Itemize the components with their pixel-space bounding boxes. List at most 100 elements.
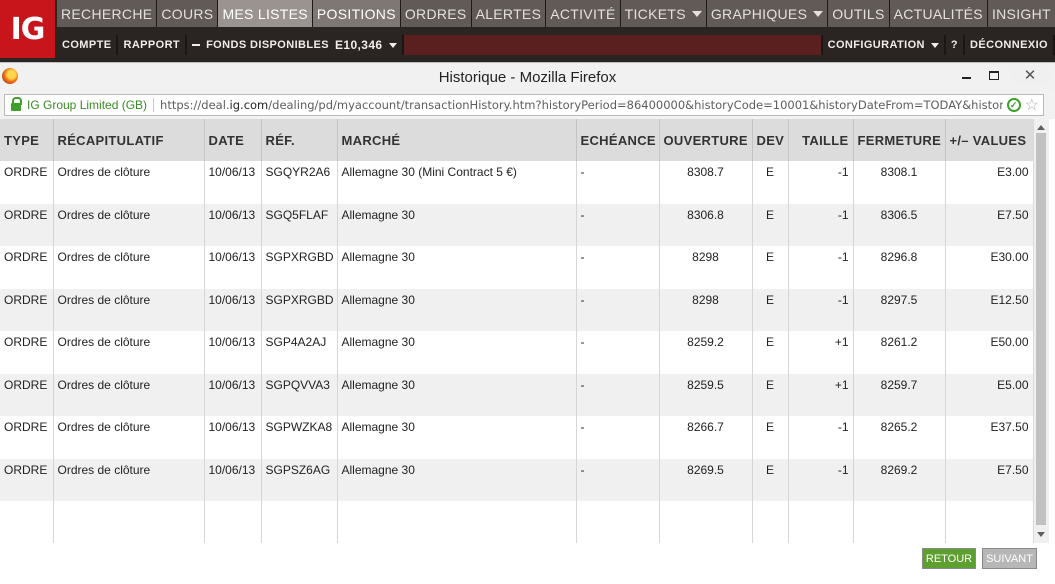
cell-type: ORDRE	[0, 331, 54, 374]
cell-dev: E	[752, 331, 789, 374]
nav-positions[interactable]: POSITIONS	[312, 0, 401, 27]
cell-ouverture: 8259.5	[659, 373, 753, 416]
cell-dev: E	[752, 288, 789, 331]
cell-fermeture: 8297.5	[853, 288, 946, 331]
cell-date: 10/06/13	[204, 246, 262, 289]
close-button[interactable]: ✕	[1010, 65, 1050, 85]
cell-values: E50.00	[945, 331, 1034, 374]
history-content: TYPE RÉCAPITULATIF DATE RÉF. MARCHÉ ECHÉ…	[0, 119, 1055, 543]
table-row[interactable]: ORDRE Ordres de clôture 10/06/13 SGPSZ6AG Al…	[0, 458, 1034, 501]
cell-recap: Ordres de clôture	[53, 416, 205, 459]
bookmark-star-icon[interactable]: ☆	[1025, 95, 1039, 115]
url-prefix: https://deal.	[160, 98, 230, 112]
nav-tickets[interactable]: TICKETS	[620, 0, 707, 27]
cell-values: E37.50	[945, 416, 1034, 459]
nav-insight[interactable]: INSIGHT	[987, 0, 1055, 27]
nav-outils[interactable]: OUTILS	[828, 0, 890, 27]
header-dev[interactable]: DEV	[752, 119, 789, 161]
cell-date: 10/06/13	[204, 331, 262, 374]
header-values[interactable]: +/– VALUES	[945, 119, 1034, 161]
cell-date: 10/06/13	[204, 288, 262, 331]
funds-dropdown[interactable]: FONDS DISPONIBLES E10,346	[187, 35, 404, 55]
suivant-button[interactable]: SUIVANT	[982, 548, 1037, 569]
table-row[interactable]: ORDRE Ordres de clôture 10/06/13 SGPXRGBD Al…	[0, 288, 1034, 331]
cell-fermeture: 8308.1	[853, 161, 946, 204]
cell-fermeture: 8269.2	[853, 458, 946, 501]
cell-taille: +1	[788, 373, 854, 416]
scroll-thumb[interactable]	[1036, 133, 1046, 525]
cell-marche: Allemagne 30	[337, 458, 577, 501]
cell-fermeture: 8261.2	[853, 331, 946, 374]
header-echeance[interactable]: ECHÉANCE	[576, 119, 660, 161]
logout-link[interactable]: DÉCONNEXIO	[965, 35, 1055, 55]
lock-icon[interactable]	[11, 97, 22, 111]
nav-ordres[interactable]: ORDRES	[400, 0, 472, 27]
sub-nav-spacer	[403, 35, 823, 55]
nav-label: ALERTES	[475, 5, 542, 22]
header-marche[interactable]: MARCHÉ	[337, 119, 577, 161]
header-fermeture[interactable]: FERMETURE	[853, 119, 946, 161]
go-icon[interactable]: ✓	[1006, 98, 1021, 112]
chevron-down-icon	[691, 10, 702, 17]
nav-recherche[interactable]: RECHERCHE	[57, 0, 158, 27]
cell-ref: SGPSZ6AG	[261, 458, 338, 501]
header-type[interactable]: TYPE	[0, 119, 54, 161]
retour-button[interactable]: RETOUR	[922, 548, 976, 569]
header-recap[interactable]: RÉCAPITULATIF	[53, 119, 205, 161]
ig-logo[interactable]: IG	[0, 0, 55, 58]
empty-cell	[261, 501, 338, 543]
empty-cell	[204, 501, 262, 543]
header-ouverture[interactable]: OUVERTURE	[659, 119, 753, 161]
configuration-menu[interactable]: CONFIGURATION	[822, 35, 946, 55]
table-row[interactable]: ORDRE Ordres de clôture 10/06/13 SGQYR2A6 Al…	[0, 161, 1034, 204]
cell-recap: Ordres de clôture	[53, 458, 205, 501]
cell-ouverture: 8266.7	[659, 416, 753, 459]
empty-cell	[53, 501, 205, 543]
scroll-up-icon[interactable]	[1037, 125, 1045, 130]
rapport-link[interactable]: RAPPORT	[118, 35, 188, 55]
chevron-down-icon	[388, 42, 397, 48]
funds-value: E10,346	[335, 38, 383, 52]
table-row[interactable]: ORDRE Ordres de clôture 10/06/13 SGQ5FLAF Al…	[0, 203, 1034, 246]
cell-values: E7.50	[945, 458, 1034, 501]
nav-alertes[interactable]: ALERTES	[471, 0, 547, 27]
cell-ref: SGPWZKA8	[261, 416, 338, 459]
minimize-button[interactable]	[953, 65, 979, 85]
empty-cell	[853, 501, 946, 543]
nav-actualit-s[interactable]: ACTUALITÉS	[889, 0, 988, 27]
address-bar[interactable]: IG Group Limited (GB) https://deal.ig.co…	[4, 94, 1044, 116]
cell-ouverture: 8298	[659, 246, 753, 289]
maximize-button[interactable]	[981, 65, 1007, 85]
table-row[interactable]: ORDRE Ordres de clôture 10/06/13 SGPXRGBD Al…	[0, 246, 1034, 289]
table-row[interactable]: ORDRE Ordres de clôture 10/06/13 SGP4A2AJ Al…	[0, 331, 1034, 374]
empty-cell	[788, 501, 854, 543]
cell-values: E30.00	[945, 246, 1034, 289]
compte-link[interactable]: COMPTE	[57, 35, 119, 55]
table-row[interactable]: ORDRE Ordres de clôture 10/06/13 SGPWZKA8 Al…	[0, 416, 1034, 459]
cell-recap: Ordres de clôture	[53, 203, 205, 246]
help-button[interactable]: ?	[945, 35, 966, 55]
nav-graphiques[interactable]: GRAPHIQUES	[706, 0, 829, 27]
scroll-down-icon[interactable]	[1037, 532, 1045, 537]
site-identity[interactable]: IG Group Limited (GB)	[27, 98, 155, 112]
table-header-row: TYPE RÉCAPITULATIF DATE RÉF. MARCHÉ ECHÉ…	[0, 119, 1034, 161]
vertical-scrollbar[interactable]	[1033, 119, 1049, 543]
empty-cell	[945, 501, 1034, 543]
cell-ouverture: 8306.8	[659, 203, 753, 246]
cell-ref: SGPXRGBD	[261, 288, 338, 331]
funds-label: FONDS DISPONIBLES	[206, 39, 329, 51]
cell-type: ORDRE	[0, 203, 54, 246]
url-path: /dealing/pd/myaccount/transactionHistory…	[268, 98, 1003, 112]
nav-activit-[interactable]: ACTIVITÉ	[546, 0, 621, 27]
minimize-icon	[961, 77, 971, 79]
cell-recap: Ordres de clôture	[53, 331, 205, 374]
table-row[interactable]: ORDRE Ordres de clôture 10/06/13 SGPQVVA3 Al…	[0, 373, 1034, 416]
url-text[interactable]: https://deal.ig.com/dealing/pd/myaccount…	[160, 98, 1003, 112]
header-taille[interactable]: TAILLE	[788, 119, 854, 161]
empty-cell	[576, 501, 660, 543]
nav-mes-listes[interactable]: MES LISTES	[218, 0, 313, 27]
nav-cours[interactable]: COURS	[157, 0, 219, 27]
header-date[interactable]: DATE	[204, 119, 262, 161]
main-navigation: RECHERCHE COURS MES LISTES POSITIONS ORDRES A…	[57, 0, 1055, 27]
header-ref[interactable]: RÉF.	[261, 119, 338, 161]
